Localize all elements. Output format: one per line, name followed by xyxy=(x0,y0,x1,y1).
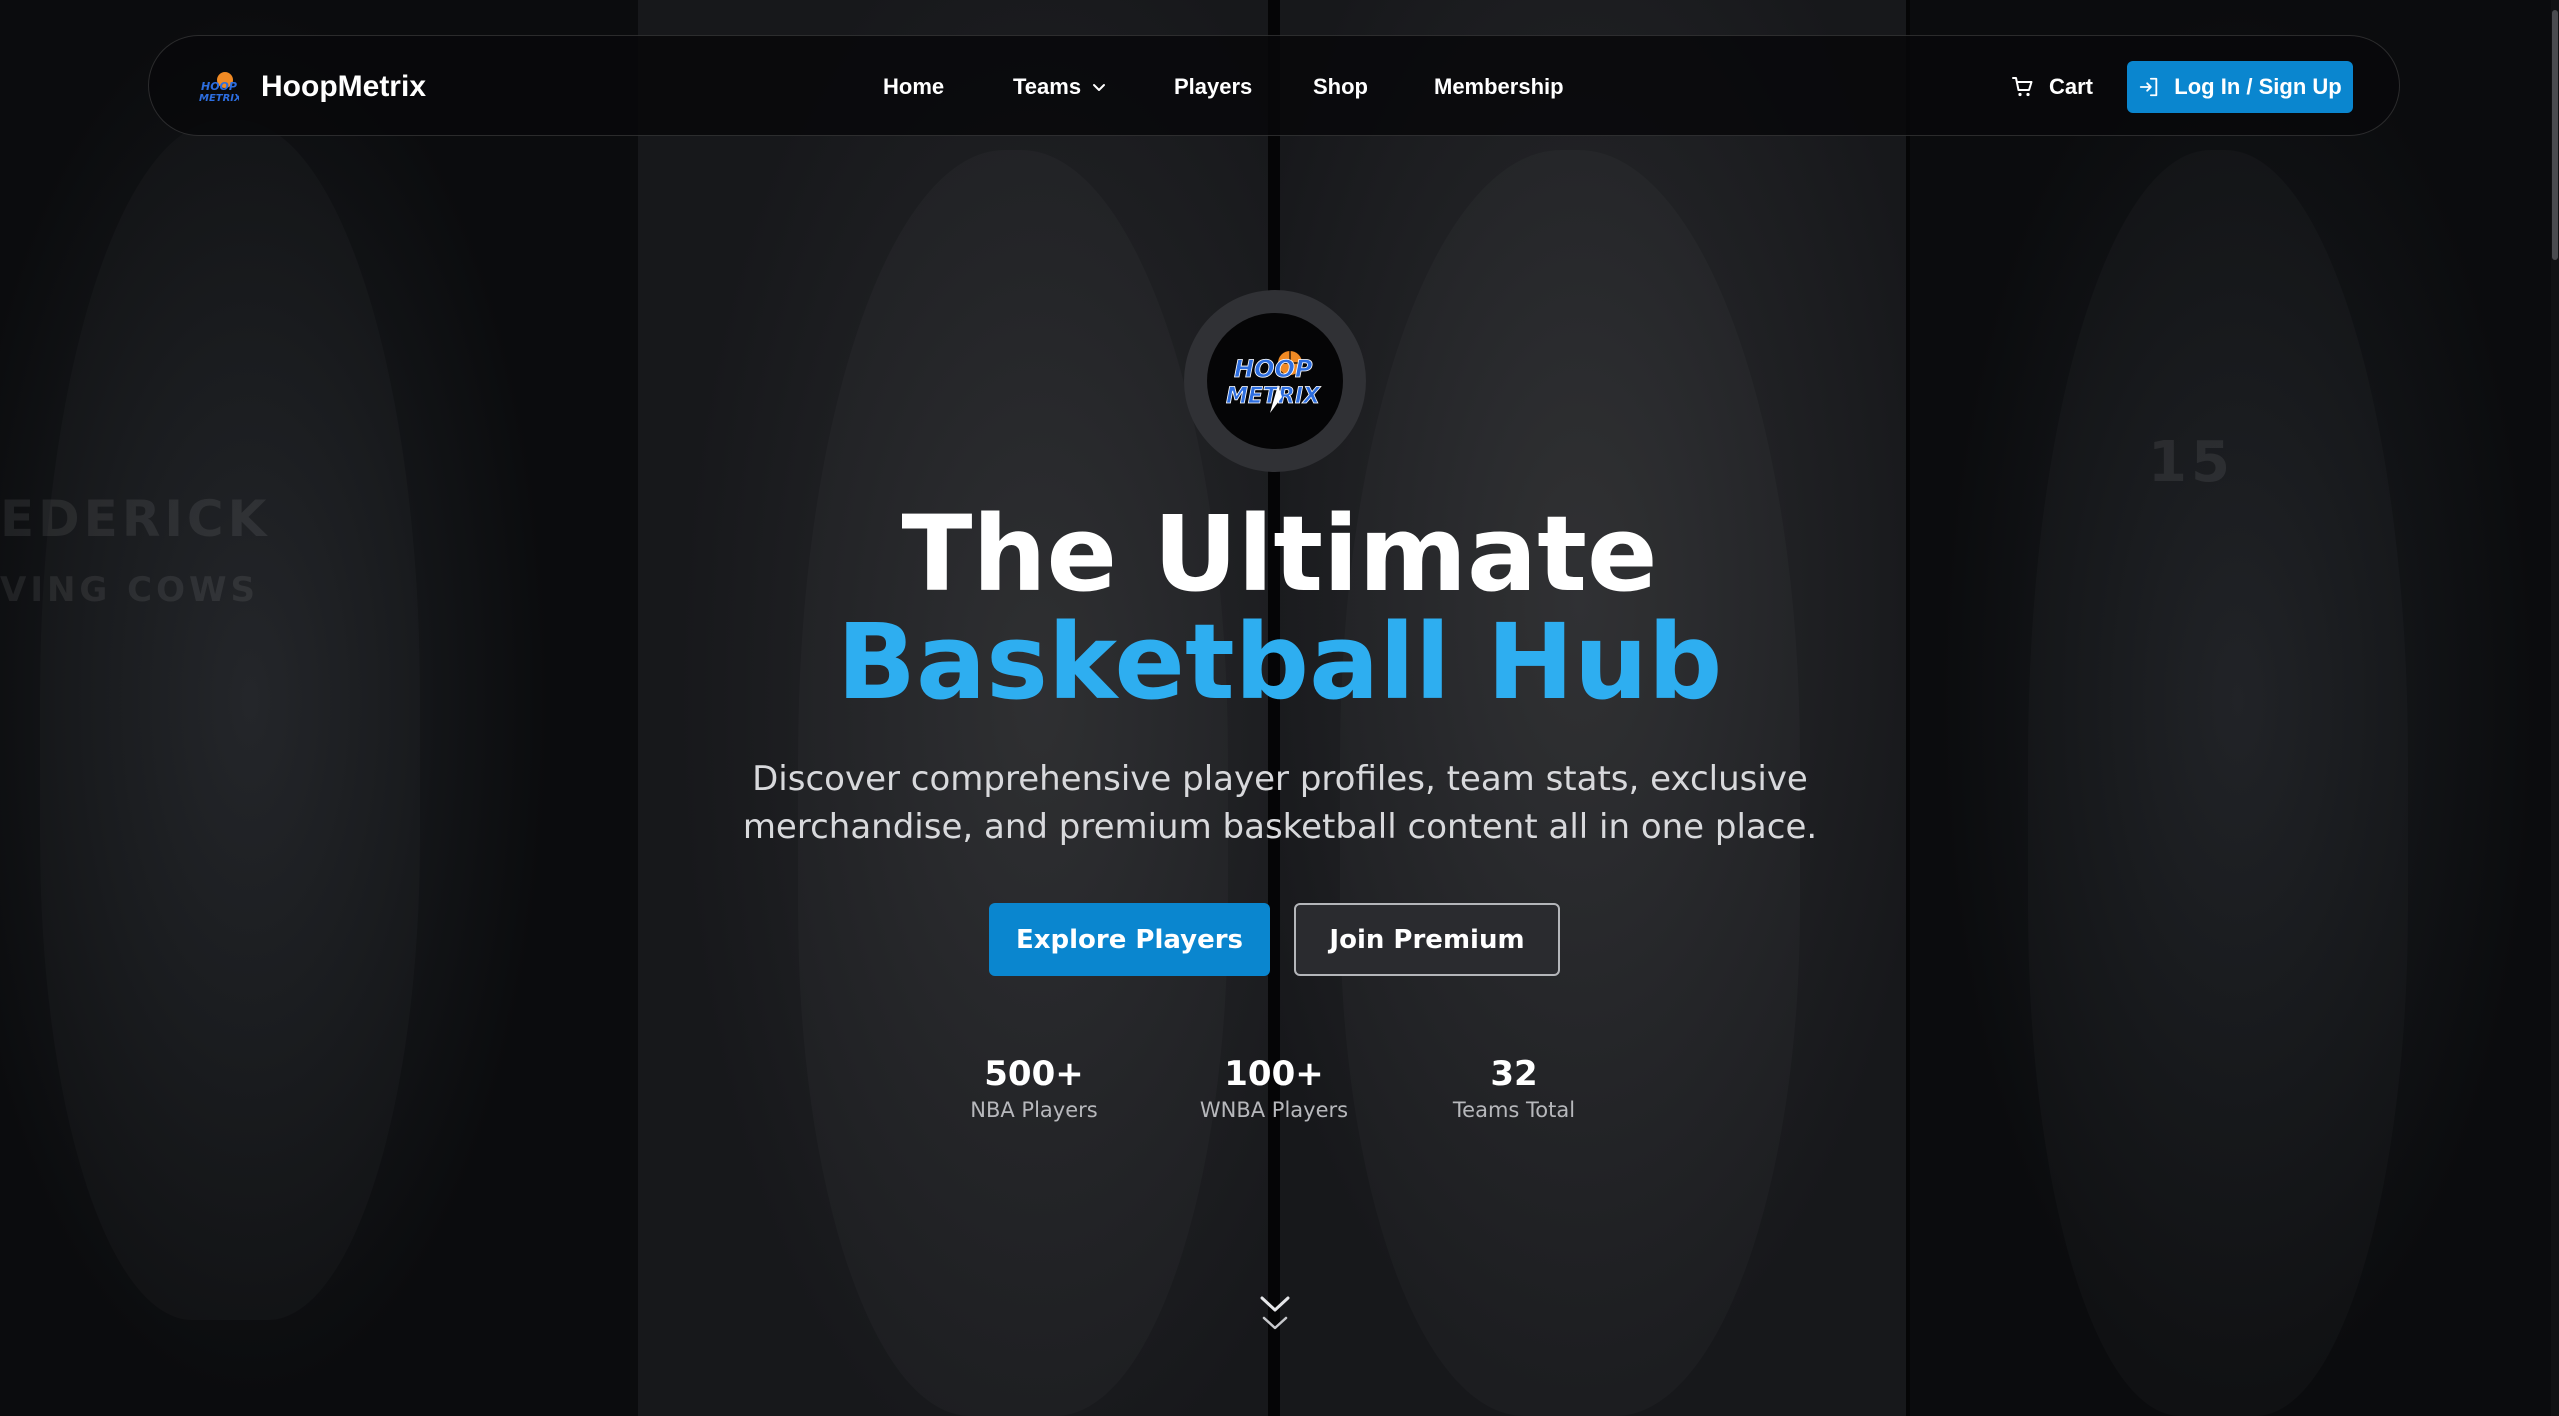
logo-text-top: HOOP xyxy=(1234,355,1313,383)
cart-label: Cart xyxy=(2049,73,2094,99)
stat-label: Teams Total xyxy=(1452,1098,1576,1122)
page-scrollbar[interactable] xyxy=(2551,0,2559,1416)
player-silhouette xyxy=(2028,150,2408,1416)
nav-players[interactable]: Players xyxy=(1174,36,1252,137)
stat-label: WNBA Players xyxy=(1199,1098,1349,1122)
stat-label: NBA Players xyxy=(970,1098,1098,1122)
login-signup-button[interactable]: Log In / Sign Up xyxy=(2127,61,2353,113)
double-chevron-down-icon xyxy=(1260,1296,1290,1330)
nav-membership-label: Membership xyxy=(1434,73,1564,99)
top-navbar: HOOP METRIX HoopMetrix Home Teams Player… xyxy=(148,35,2400,136)
nav-membership[interactable]: Membership xyxy=(1434,36,1564,137)
player-silhouette xyxy=(40,120,420,1320)
stat-value: 32 xyxy=(1490,1054,1538,1094)
cart-icon xyxy=(2012,76,2033,96)
hero-logo: HOOP METRIX xyxy=(1184,290,1366,472)
join-premium-label: Join Premium xyxy=(1329,924,1525,955)
stat-value: 100+ xyxy=(1224,1054,1324,1094)
nav-teams-label: Teams xyxy=(1013,73,1082,99)
hero-section: EDERICK VING COWS 15 HOOP METRIX HoopMet… xyxy=(0,0,2559,1416)
login-signup-label: Log In / Sign Up xyxy=(2174,74,2342,99)
login-icon xyxy=(2140,77,2158,97)
stat-nba-players: 500+ NBA Players xyxy=(924,1053,1144,1125)
scroll-down-indicator[interactable] xyxy=(1256,1290,1294,1350)
scrollbar-thumb[interactable] xyxy=(2552,10,2558,260)
stat-teams-total: 32 Teams Total xyxy=(1404,1053,1624,1125)
explore-players-button[interactable]: Explore Players xyxy=(989,903,1270,976)
hero-title-line2: Basketball Hub xyxy=(836,601,1723,723)
stat-wnba-players: 100+ WNBA Players xyxy=(1164,1053,1384,1125)
nav-players-label: Players xyxy=(1174,73,1253,99)
hero-title: The Ultimate Basketball Hub xyxy=(0,500,2559,716)
hero-subtitle: Discover comprehensive player profiles, … xyxy=(742,759,1818,847)
explore-players-label: Explore Players xyxy=(1015,924,1244,955)
nav-home[interactable]: Home xyxy=(883,36,944,137)
hero-title-line1: The Ultimate xyxy=(901,493,1658,615)
nav-teams-dropdown[interactable]: Teams xyxy=(1013,36,1107,137)
nav-shop[interactable]: Shop xyxy=(1313,36,1368,137)
chevron-down-icon xyxy=(1091,79,1107,95)
hero-logo-badge: HOOP METRIX xyxy=(1207,313,1343,449)
nav-home-label: Home xyxy=(883,73,945,99)
cart-button[interactable]: Cart xyxy=(2011,36,2093,137)
stat-value: 500+ xyxy=(984,1054,1084,1094)
hoopmetrix-logo-icon: HOOP METRIX xyxy=(1226,351,1321,413)
nav-shop-label: Shop xyxy=(1313,73,1368,99)
jersey-number: 15 xyxy=(2148,430,2234,495)
join-premium-button[interactable]: Join Premium xyxy=(1294,903,1560,976)
